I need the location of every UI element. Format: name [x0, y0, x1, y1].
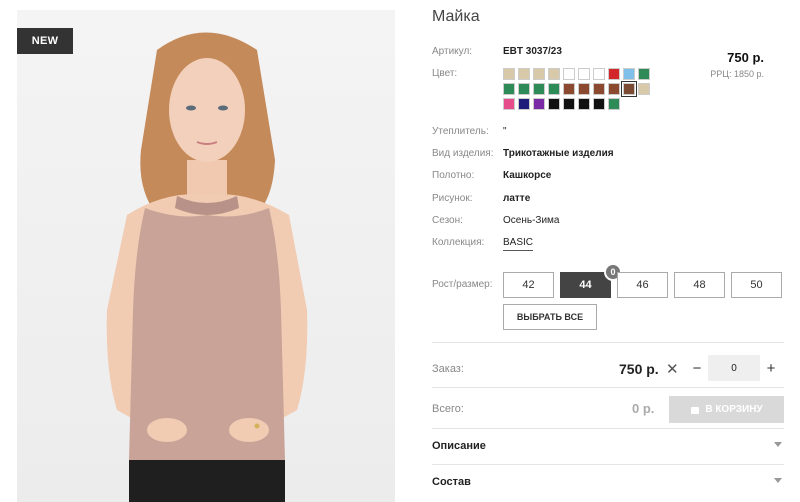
- product-photo[interactable]: NEW: [17, 10, 395, 502]
- pattern-label: Рисунок:: [432, 193, 473, 204]
- color-swatch[interactable]: [593, 83, 605, 95]
- color-swatch[interactable]: [533, 68, 545, 80]
- color-swatch[interactable]: [518, 68, 530, 80]
- insulation-value: ": [503, 126, 507, 137]
- chevron-down-icon: [774, 478, 782, 483]
- collection-link[interactable]: BASIC: [503, 237, 534, 251]
- color-swatch[interactable]: [533, 98, 545, 110]
- swatch-row: [503, 68, 673, 80]
- order-label: Заказ:: [432, 363, 464, 375]
- size-label: 50: [750, 279, 763, 291]
- color-swatch[interactable]: [503, 68, 515, 80]
- total-label: Всего:: [432, 403, 464, 415]
- size-label: 42: [522, 279, 535, 291]
- season-value: Осень-Зима: [503, 215, 560, 226]
- season-label: Сезон:: [432, 215, 463, 226]
- color-swatch[interactable]: [563, 83, 575, 95]
- divider: [432, 464, 784, 465]
- swatch-row: [503, 98, 673, 110]
- sizes-label: Рост/размер:: [432, 279, 493, 290]
- color-swatch[interactable]: [623, 68, 635, 80]
- size-option-50[interactable]: 50: [731, 272, 782, 298]
- description-heading: Описание: [432, 440, 486, 452]
- color-swatch[interactable]: [578, 83, 590, 95]
- color-swatch[interactable]: [638, 83, 650, 95]
- color-swatch[interactable]: [548, 68, 560, 80]
- color-swatch[interactable]: [608, 83, 620, 95]
- add-to-cart-label: В КОРЗИНУ: [705, 404, 763, 415]
- divider: [432, 387, 784, 388]
- fabric-value: Кашкорсе: [503, 170, 552, 181]
- quantity-input[interactable]: 0: [708, 355, 760, 381]
- multiply-icon: ✕: [666, 361, 679, 378]
- color-swatches: [503, 68, 673, 113]
- new-badge: NEW: [17, 28, 73, 54]
- color-swatch[interactable]: [533, 83, 545, 95]
- chevron-down-icon: [774, 442, 782, 447]
- collection-label: Коллекция:: [432, 237, 485, 248]
- fabric-label: Полотно:: [432, 170, 475, 181]
- composition-heading: Состав: [432, 476, 471, 488]
- color-label: Цвет:: [432, 68, 458, 79]
- type-value: Трикотажные изделия: [503, 148, 614, 159]
- color-swatch[interactable]: [563, 68, 575, 80]
- color-swatch[interactable]: [608, 98, 620, 110]
- total-value: 0 р.: [632, 401, 655, 416]
- insulation-label: Утеплитель:: [432, 126, 489, 137]
- increment-button[interactable]: +: [760, 355, 782, 381]
- color-swatch[interactable]: [518, 98, 530, 110]
- color-swatch[interactable]: [563, 98, 575, 110]
- size-label: 44: [579, 279, 592, 291]
- article-label: Артикул:: [432, 46, 473, 57]
- color-swatch[interactable]: [638, 68, 650, 80]
- size-selector: 42 44 0 46 48 50: [503, 263, 782, 298]
- color-swatch[interactable]: [548, 98, 560, 110]
- size-option-42[interactable]: 42: [503, 272, 554, 298]
- size-label: 46: [636, 279, 649, 291]
- color-swatch[interactable]: [578, 68, 590, 80]
- price: 750 р.: [727, 50, 764, 65]
- composition-accordion[interactable]: Состав: [432, 476, 784, 488]
- color-swatch[interactable]: [593, 68, 605, 80]
- select-all-button[interactable]: ВЫБРАТЬ ВСЕ: [503, 304, 597, 330]
- size-option-44[interactable]: 44 0: [560, 263, 622, 298]
- size-label: 48: [693, 279, 706, 291]
- color-swatch[interactable]: [503, 83, 515, 95]
- color-swatch[interactable]: [548, 83, 560, 95]
- color-swatch[interactable]: [608, 68, 620, 80]
- pattern-value: латте: [503, 193, 531, 204]
- color-swatch[interactable]: [593, 98, 605, 110]
- article-value: EBT 3037/23: [503, 46, 562, 57]
- product-panel: Майка Артикул: EBT 3037/23 750 р. РРЦ: 1…: [432, 0, 784, 502]
- product-title: Майка: [432, 8, 480, 25]
- size-option-46[interactable]: 46: [617, 272, 668, 298]
- description-accordion[interactable]: Описание: [432, 440, 784, 452]
- rrp-price: РРЦ: 1850 р.: [710, 69, 764, 79]
- swatch-row: [503, 81, 673, 97]
- quantity-stepper: − 0 +: [686, 355, 782, 381]
- color-swatch[interactable]: [503, 98, 515, 110]
- order-price: 750 р.: [619, 361, 659, 377]
- color-swatch[interactable]: [518, 83, 530, 95]
- decrement-button[interactable]: −: [686, 355, 708, 381]
- type-label: Вид изделия:: [432, 148, 494, 159]
- divider: [432, 428, 784, 429]
- color-swatch[interactable]: [621, 81, 637, 97]
- add-to-cart-button[interactable]: В КОРЗИНУ: [669, 396, 784, 423]
- color-swatch[interactable]: [578, 98, 590, 110]
- cart-icon: [691, 406, 700, 414]
- divider: [432, 342, 784, 343]
- size-option-48[interactable]: 48: [674, 272, 725, 298]
